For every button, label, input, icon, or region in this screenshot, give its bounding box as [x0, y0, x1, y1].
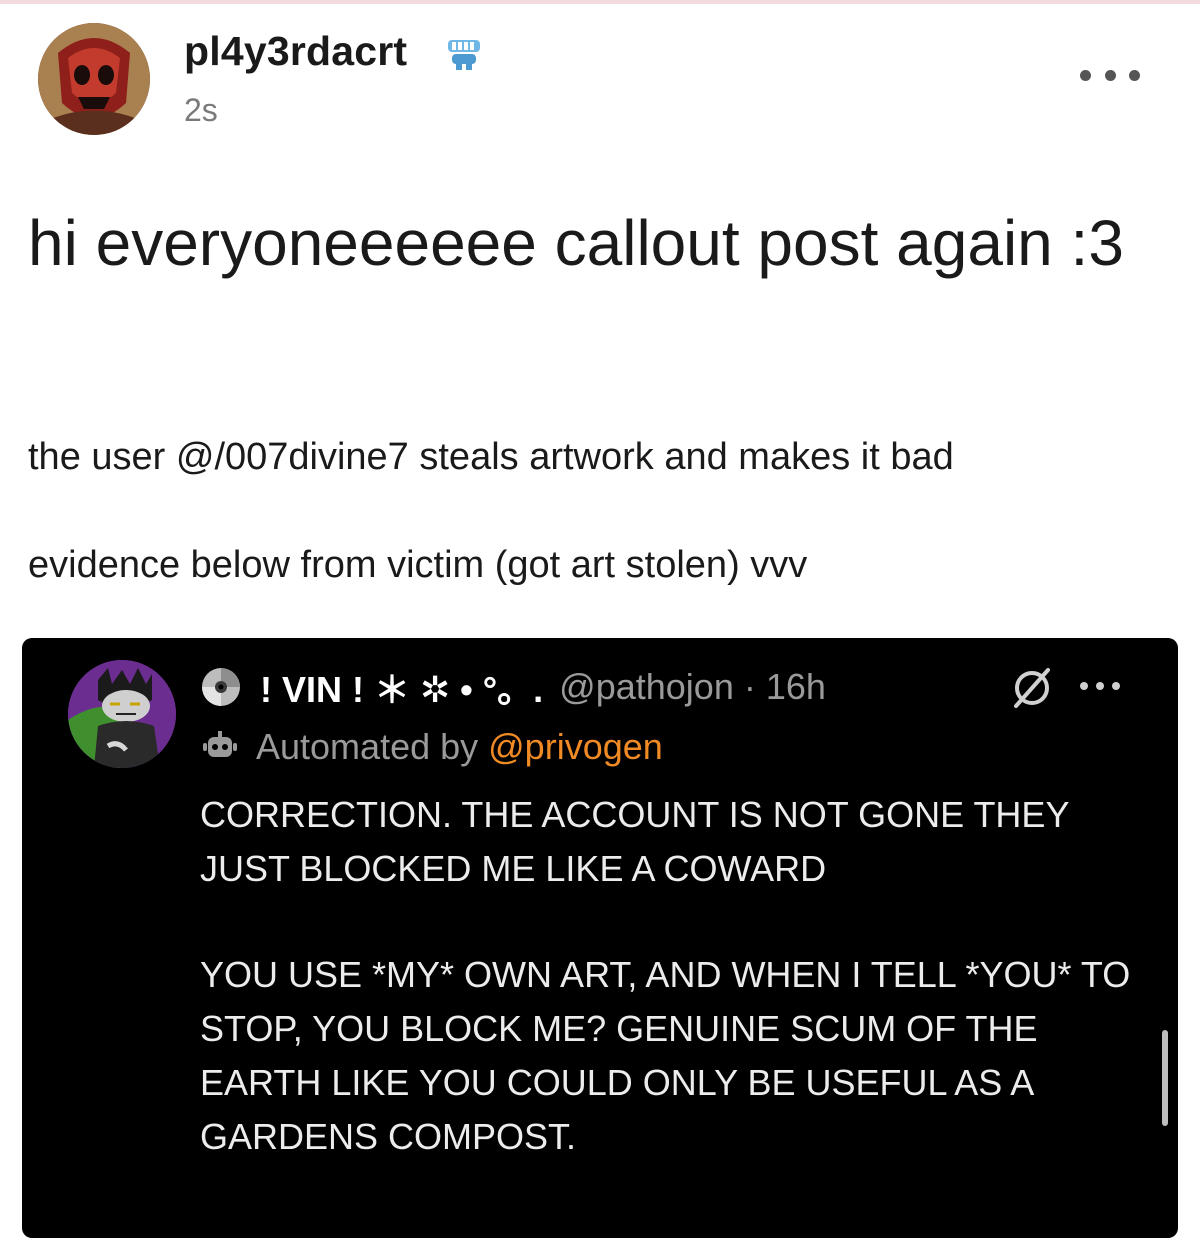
embed-text-paragraph: CORRECTION. THE ACCOUNT IS NOT GONE THEY… — [200, 794, 1069, 889]
post-title: hi everyoneeeeee callout post again :3 — [28, 207, 1124, 279]
automator-link[interactable]: @privogen — [488, 726, 663, 768]
cd-icon — [202, 668, 240, 706]
embed-header: ! VIN ! ＊ ✲ • °。. @pathojon · 16h — [200, 662, 826, 712]
embed-handle-meta: @pathojon · 16h — [559, 666, 826, 707]
embed-text-paragraph: YOU USE *MY* OWN ART, AND WHEN I TELL *Y… — [200, 954, 1131, 1157]
robot-icon — [203, 731, 237, 757]
embed-avatar-image — [68, 660, 176, 768]
teeth-badge-icon — [448, 40, 480, 70]
embed-avatar[interactable] — [68, 660, 176, 768]
embed-display-name[interactable]: ! VIN ! ＊ ✲ • °。. — [260, 661, 543, 713]
top-edge — [0, 0, 1200, 4]
more-options-button[interactable] — [1080, 60, 1140, 90]
block-icon[interactable] — [1010, 666, 1054, 710]
avatar-image — [38, 23, 150, 135]
post-body-line: the user @/007divine7 steals artwork and… — [28, 436, 954, 478]
post-body-line: evidence below from victim (got art stol… — [28, 544, 808, 586]
timestamp: 2s — [184, 92, 218, 128]
username[interactable]: pl4y3rdacrt — [184, 28, 407, 75]
scrollbar[interactable] — [1162, 1030, 1168, 1126]
more-dots-icon — [1080, 682, 1088, 690]
automated-row: Automated by @privogen — [200, 724, 663, 770]
embedded-screenshot: ! VIN ! ＊ ✲ • °。. @pathojon · 16h Automa… — [22, 638, 1178, 1238]
avatar[interactable] — [38, 23, 150, 135]
embed-more-options-button[interactable] — [1080, 680, 1120, 692]
more-dots-icon — [1080, 69, 1091, 81]
automated-by-label: Automated by — [256, 726, 479, 767]
